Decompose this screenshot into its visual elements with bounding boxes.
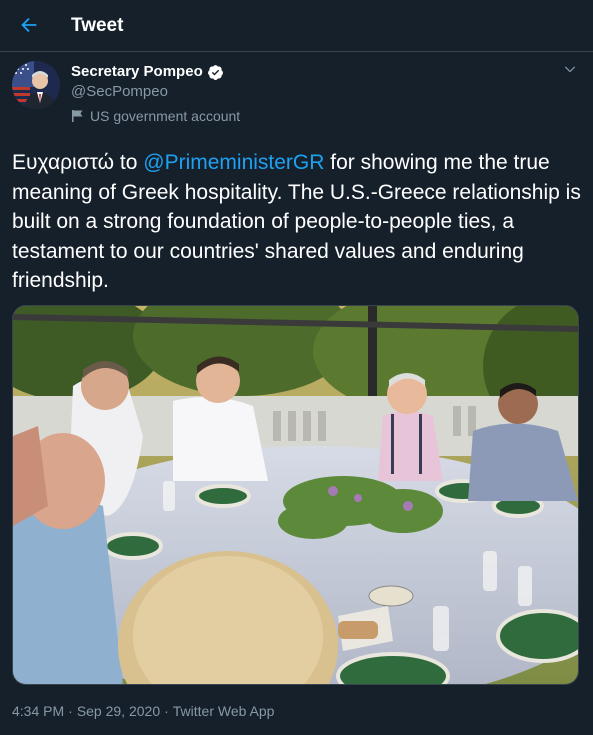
meta-separator: · bbox=[164, 703, 169, 719]
photo-scene bbox=[13, 306, 578, 684]
author-block: Secretary Pompeo @SecPompeo bbox=[71, 62, 224, 102]
meta-separator: · bbox=[68, 703, 73, 719]
tweet-text: Ευχαριστώ to @PrimeministerGR for showin… bbox=[12, 148, 582, 296]
chevron-down-icon bbox=[565, 66, 575, 73]
author-handle[interactable]: @SecPompeo bbox=[71, 82, 224, 102]
government-account-text: US government account bbox=[90, 108, 241, 124]
tweet-text-start: Ευχαριστώ to bbox=[12, 151, 144, 174]
verified-badge-icon bbox=[207, 64, 224, 81]
arrow-left-icon bbox=[21, 17, 37, 33]
avatar-image bbox=[12, 61, 60, 109]
top-bar: Tweet bbox=[0, 0, 593, 52]
tweet-timestamp: 4:34 PM · Sep 29, 2020 · Twitter Web App bbox=[12, 702, 274, 720]
tweet-date[interactable]: Sep 29, 2020 bbox=[77, 702, 160, 720]
tweet-photo[interactable] bbox=[12, 305, 579, 685]
avatar[interactable] bbox=[12, 61, 60, 109]
flag-icon bbox=[72, 110, 83, 122]
back-button[interactable] bbox=[12, 8, 46, 42]
government-account-label: US government account bbox=[71, 106, 240, 126]
tweet-time[interactable]: 4:34 PM bbox=[12, 702, 64, 720]
more-options-button[interactable] bbox=[559, 58, 581, 80]
mention-link[interactable]: @PrimeministerGR bbox=[143, 151, 324, 174]
author-name[interactable]: Secretary Pompeo bbox=[71, 62, 203, 82]
page-title: Tweet bbox=[71, 15, 124, 36]
tweet-source[interactable]: Twitter Web App bbox=[173, 702, 275, 720]
